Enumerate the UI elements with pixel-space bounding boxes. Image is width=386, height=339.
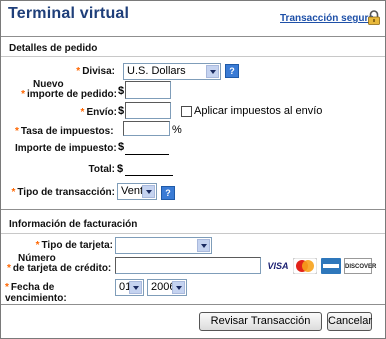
tax-amount-label: Importe de impuesto:	[15, 143, 117, 154]
tax-rate-label: * Tasa de impuestos:	[15, 126, 114, 137]
required-marker: *	[11, 187, 16, 198]
billing-section-divider	[1, 233, 385, 234]
apply-tax-to-shipping-checkbox[interactable]	[181, 106, 192, 117]
tax-amount-currency-symbol: $	[118, 141, 125, 153]
total-label: Total:	[88, 164, 115, 175]
required-marker: *	[15, 126, 19, 137]
shipping-currency-symbol: $	[118, 105, 125, 117]
total-currency-symbol: $	[117, 163, 124, 175]
page-title: Terminal virtual	[8, 5, 130, 22]
visa-icon: VISA	[267, 261, 289, 271]
discover-icon: DISCOVER	[344, 258, 376, 274]
amount-currency-symbol: $	[118, 85, 125, 97]
review-transaction-button[interactable]: Revisar Transacción	[199, 312, 322, 331]
total-value	[125, 163, 173, 176]
amex-icon	[321, 258, 341, 274]
chevron-down-icon	[197, 239, 210, 252]
required-marker: *	[35, 240, 40, 251]
help-icon[interactable]: ?	[225, 64, 239, 78]
tax-rate-input[interactable]	[123, 121, 170, 136]
transaction-type-select[interactable]: Venta	[117, 183, 157, 200]
chevron-down-icon	[142, 185, 155, 198]
currency-label: * Divisa:	[76, 66, 115, 77]
expiry-year-select[interactable]: 2006	[147, 279, 187, 296]
required-marker: *	[21, 89, 25, 100]
tax-amount-value	[125, 142, 169, 155]
section-divider	[1, 209, 385, 210]
currency-select-value: U.S. Dollars	[127, 65, 186, 77]
header-divider	[1, 36, 385, 37]
expiry-month-select[interactable]: 01	[115, 279, 144, 296]
shipping-label: * Envío:	[80, 107, 117, 118]
virtual-terminal-window: Terminal virtual Transacción segura Deta…	[0, 0, 386, 339]
footer-divider	[1, 304, 385, 305]
required-marker: *	[7, 263, 11, 274]
required-marker: *	[76, 66, 81, 77]
billing-section-title: Información de facturación	[9, 219, 138, 230]
required-marker: *	[80, 107, 85, 118]
order-amount-input[interactable]	[125, 81, 171, 99]
card-number-input[interactable]	[115, 257, 261, 274]
help-icon[interactable]: ?	[161, 186, 175, 200]
cancel-button[interactable]: Cancelar	[327, 312, 372, 331]
secure-transaction-link[interactable]: Transacción segura	[280, 13, 374, 24]
percent-sign: %	[172, 124, 182, 136]
card-type-select[interactable]	[115, 237, 212, 254]
card-number-label: * de tarjeta de crédito:	[7, 263, 112, 274]
apply-tax-label: Aplicar impuestos al envío	[194, 105, 323, 117]
card-type-label: * Tipo de tarjeta:	[35, 240, 113, 251]
order-section-title: Detalles de pedido	[9, 43, 98, 54]
chevron-down-icon	[129, 281, 142, 294]
order-section-divider	[1, 56, 385, 57]
chevron-down-icon	[172, 281, 185, 294]
expiry-label: * Fecha de vencimiento:	[5, 282, 67, 304]
amount-label: * importe de pedido:	[21, 89, 117, 100]
lock-icon	[368, 10, 380, 25]
mastercard-icon	[293, 258, 317, 274]
currency-select[interactable]: U.S. Dollars	[123, 63, 221, 80]
shipping-input[interactable]	[125, 102, 171, 119]
chevron-down-icon	[206, 65, 219, 78]
required-marker: *	[5, 282, 9, 293]
transaction-type-label: * Tipo de transacción:	[11, 187, 115, 198]
